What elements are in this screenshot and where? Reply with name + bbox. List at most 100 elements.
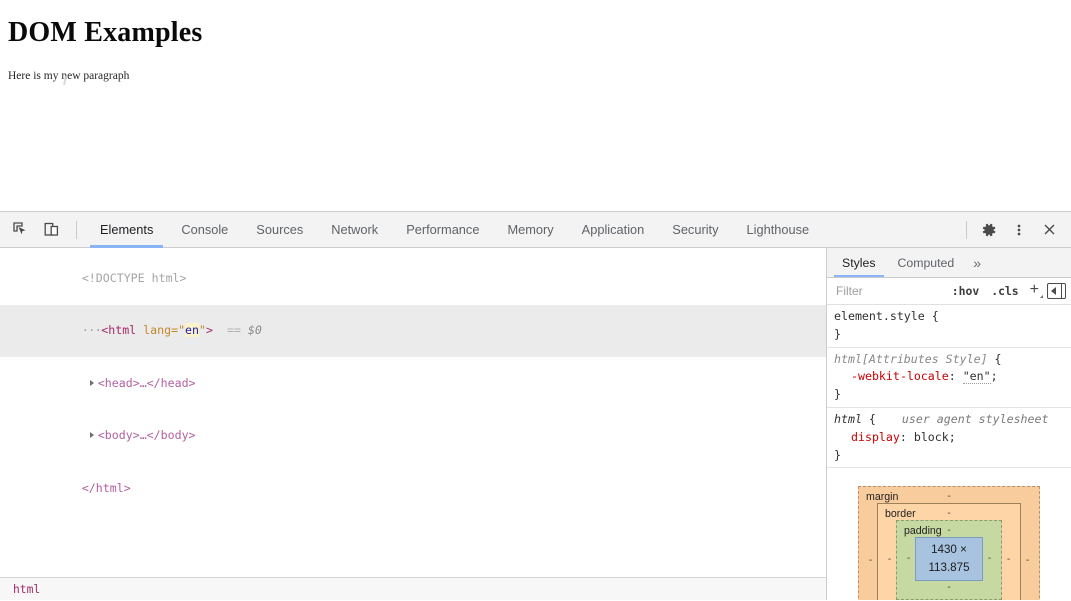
devtools-tab-strip: Elements Console Sources Network Perform… — [86, 212, 964, 248]
filter-input[interactable] — [834, 283, 945, 299]
toggle-sidebar-icon[interactable] — [1047, 283, 1066, 299]
new-style-rule-dropdown-icon[interactable] — [1040, 295, 1043, 298]
css-rule-element-style[interactable]: element.style { } — [827, 305, 1071, 348]
tab-console-label: Console — [181, 222, 228, 237]
html-closing-text: </html> — [82, 481, 131, 495]
cls-toggle-button[interactable]: .cls — [986, 283, 1023, 299]
box-model-padding-right[interactable]: - — [983, 550, 996, 568]
css-declaration[interactable]: display: block; — [834, 429, 1071, 447]
dom-line-body[interactable]: <body>…</body> — [0, 410, 826, 463]
toolbar-left-group — [0, 217, 86, 243]
devtools-toolbar: Elements Console Sources Network Perform… — [0, 212, 1071, 248]
box-model-border-left[interactable]: - — [883, 551, 896, 569]
css-selector[interactable]: element.style — [834, 309, 925, 323]
html-attr-quote-close: " — [199, 323, 206, 337]
selected-marker-eq: == — [227, 323, 241, 337]
tab-computed[interactable]: Computed — [887, 248, 966, 277]
css-selector[interactable]: html[Attributes Style] — [834, 352, 988, 366]
box-model-border-inner: padding - - 1430 × 113.875 — [896, 520, 1002, 600]
dom-lead-dots: ··· — [82, 323, 101, 337]
toggle-sidebar-arrow — [1051, 287, 1056, 295]
css-open-brace: { — [995, 352, 1002, 366]
devtools-panel: Elements Console Sources Network Perform… — [0, 211, 1071, 601]
box-model-margin-inner: border - - padding - — [877, 503, 1021, 600]
close-icon[interactable] — [1035, 217, 1063, 243]
tab-network[interactable]: Network — [317, 212, 392, 248]
box-model-wrapper: margin - - border - - — [827, 468, 1071, 600]
tab-application[interactable]: Application — [568, 212, 659, 248]
page-title: DOM Examples — [0, 0, 1071, 49]
tab-styles-label: Styles — [842, 256, 876, 270]
kebab-menu-icon[interactable] — [1005, 217, 1033, 243]
pane-resizer[interactable] — [826, 248, 827, 600]
box-model-margin-right[interactable]: - — [1021, 552, 1034, 570]
css-property[interactable]: -webkit-locale — [851, 369, 949, 383]
tab-memory-label: Memory — [507, 222, 553, 237]
html-close-bracket: > — [206, 323, 213, 337]
tab-security-label: Security — [672, 222, 718, 237]
css-rule-attributes-style[interactable]: html[Attributes Style] { -webkit-locale:… — [827, 348, 1071, 408]
dom-line-html-close[interactable]: </html> — [0, 462, 826, 515]
tab-styles[interactable]: Styles — [831, 248, 887, 277]
css-selector[interactable]: html — [834, 412, 862, 426]
expand-head-icon[interactable] — [90, 380, 94, 386]
tab-performance-label: Performance — [406, 222, 479, 237]
gear-icon[interactable] — [975, 217, 1003, 243]
dom-tree[interactable]: <!DOCTYPE html> ···<html lang="en"> == $… — [0, 248, 826, 577]
new-style-rule-button[interactable]: + — [1026, 283, 1043, 299]
styles-rules-list: element.style { } html[Attributes Style]… — [827, 305, 1071, 600]
doctype-text: <!DOCTYPE html> — [82, 271, 187, 285]
css-rule-user-agent[interactable]: html {user agent stylesheet display: blo… — [827, 408, 1071, 468]
styles-pane: Styles Computed » :hov .cls + element.st… — [826, 248, 1071, 600]
box-model-border-right[interactable]: - — [1002, 551, 1015, 569]
box-model-padding[interactable]: padding - - 1430 × 113.875 — [896, 520, 1002, 600]
dom-tree-pane: <!DOCTYPE html> ···<html lang="en"> == $… — [0, 248, 826, 600]
box-model-padding-inner: 1430 × 113.875 — [915, 537, 983, 581]
box-model-margin-row: - border - - — [864, 503, 1034, 600]
inspect-element-icon[interactable] — [6, 217, 34, 243]
styles-tabbar: Styles Computed » — [827, 248, 1071, 278]
box-model-margin-left[interactable]: - — [864, 552, 877, 570]
tab-lighthouse-label: Lighthouse — [747, 222, 810, 237]
html-open-tag: <html — [101, 323, 136, 337]
css-value[interactable]: "en" — [963, 369, 991, 384]
box-model-margin[interactable]: margin - - border - - — [858, 486, 1040, 600]
styles-overflow-icon[interactable]: » — [965, 248, 989, 277]
page-paragraph: Here is my new paragraph — [0, 49, 1071, 82]
tab-network-label: Network — [331, 222, 378, 237]
box-model-diagram[interactable]: margin - - border - - — [858, 486, 1040, 600]
tab-sources[interactable]: Sources — [242, 212, 317, 248]
box-model-content[interactable]: 1430 × 113.875 — [915, 537, 983, 581]
hov-toggle-button[interactable]: :hov — [947, 283, 984, 299]
tab-console[interactable]: Console — [167, 212, 242, 248]
css-close-brace: } — [834, 447, 1071, 465]
tab-elements[interactable]: Elements — [86, 212, 167, 248]
tab-application-label: Application — [582, 222, 645, 237]
dom-line-head[interactable]: <head>…</head> — [0, 357, 826, 410]
tab-security[interactable]: Security — [658, 212, 732, 248]
page-viewport: DOM Examples Here is my new paragraph — [0, 0, 1071, 211]
box-model-padding-left[interactable]: - — [902, 550, 915, 568]
css-value[interactable]: block — [914, 430, 949, 444]
breadcrumb-item-html[interactable]: html — [8, 582, 45, 597]
expand-body-icon[interactable] — [90, 432, 94, 438]
tab-elements-label: Elements — [100, 222, 153, 237]
dom-line-html[interactable]: ···<html lang="en"> == $0 — [0, 305, 826, 358]
css-close-brace: } — [834, 326, 1071, 344]
toolbar-divider-right — [966, 221, 967, 239]
css-property[interactable]: display — [851, 430, 900, 444]
css-origin-label: user agent stylesheet — [876, 412, 1049, 426]
html-attr-quote-open: " — [178, 323, 185, 337]
tab-memory[interactable]: Memory — [493, 212, 567, 248]
head-node-text: <head>…</head> — [98, 376, 196, 390]
css-rule-header: element.style { — [834, 308, 1071, 326]
css-declaration[interactable]: -webkit-locale: "en"; — [834, 368, 1071, 386]
box-model-border[interactable]: border - - padding - — [877, 503, 1021, 600]
html-attr-value[interactable]: en — [185, 323, 199, 337]
box-model-padding-bottom[interactable]: - — [902, 581, 996, 594]
devtools-split: <!DOCTYPE html> ···<html lang="en"> == $… — [0, 248, 1071, 600]
dom-line-doctype[interactable]: <!DOCTYPE html> — [0, 252, 826, 305]
tab-performance[interactable]: Performance — [392, 212, 493, 248]
tab-lighthouse[interactable]: Lighthouse — [733, 212, 824, 248]
device-toolbar-icon[interactable] — [37, 217, 65, 243]
